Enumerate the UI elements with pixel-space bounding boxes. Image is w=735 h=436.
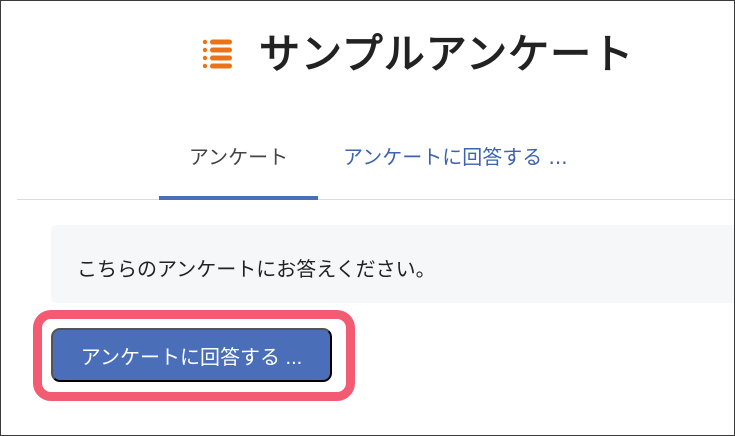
tab-survey-label: アンケート bbox=[188, 145, 289, 169]
app-window: サンプルアンケート アンケート アンケートに回答する ... こちらのアンケート… bbox=[0, 0, 735, 436]
answer-survey-button[interactable]: アンケートに回答する ... bbox=[51, 328, 332, 382]
tab-survey[interactable]: アンケート bbox=[159, 123, 318, 200]
instruction-box: こちらのアンケートにお答えください。 bbox=[51, 225, 734, 303]
page-header: サンプルアンケート bbox=[199, 27, 634, 81]
page-title: サンプルアンケート bbox=[259, 30, 635, 78]
instruction-text: こちらのアンケートにお答えください。 bbox=[77, 257, 436, 281]
tab-answer-survey[interactable]: アンケートに回答する ... bbox=[343, 123, 568, 200]
tab-bar: アンケート アンケートに回答する ... bbox=[17, 123, 734, 200]
list-icon bbox=[202, 39, 232, 69]
tab-answer-survey-label: アンケートに回答する ... bbox=[343, 145, 568, 169]
answer-survey-button-label: アンケートに回答する ... bbox=[80, 346, 303, 369]
